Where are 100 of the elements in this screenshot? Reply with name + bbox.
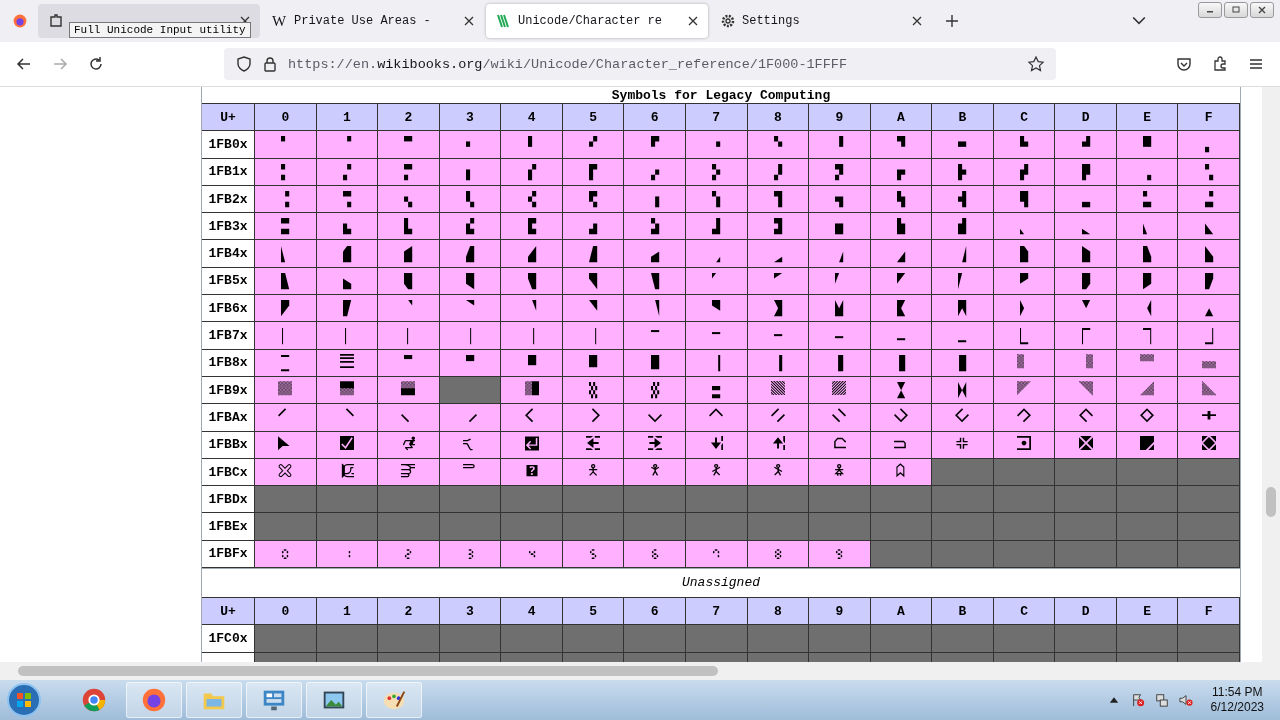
character-cell[interactable]: 🬝	[1055, 158, 1117, 186]
character-cell[interactable]: 🬅	[562, 131, 625, 159]
character-cell[interactable]: 🭗	[685, 267, 748, 296]
close-icon[interactable]	[688, 16, 698, 26]
control-panel-icon[interactable]	[246, 682, 302, 718]
character-cell[interactable]: 🬉	[809, 131, 871, 159]
paint-palette-icon[interactable]	[366, 682, 422, 718]
character-cell[interactable]: 🮗	[685, 376, 748, 405]
firefox-icon[interactable]	[126, 682, 182, 718]
character-cell[interactable]: 🯄	[501, 458, 563, 487]
character-cell[interactable]: 🬀	[255, 131, 317, 159]
character-cell[interactable]: 🯆	[624, 458, 686, 487]
character-cell[interactable]: 🭨	[747, 295, 810, 323]
character-cell[interactable]: 🬁	[316, 131, 379, 159]
character-cell[interactable]: 🬩	[809, 185, 871, 214]
horizontal-scrollbar[interactable]	[0, 662, 1280, 680]
character-cell[interactable]: 🮘	[747, 376, 810, 405]
browser-tab[interactable]: Unicode/Character re	[486, 4, 708, 38]
character-cell[interactable]: 🮋	[932, 349, 994, 377]
character-cell[interactable]: 🭏	[1178, 240, 1240, 268]
character-cell[interactable]: 🮫	[932, 404, 994, 432]
character-cell[interactable]: 🭊	[870, 240, 933, 268]
character-cell[interactable]: 🭎	[1116, 240, 1179, 268]
character-cell[interactable]: 🭑	[316, 267, 379, 296]
character-cell[interactable]: 🬧	[685, 185, 748, 214]
character-cell[interactable]: 🭷	[685, 322, 748, 350]
character-cell[interactable]: 🭾	[1116, 322, 1179, 350]
character-cell[interactable]: 🬠	[255, 185, 317, 214]
character-cell[interactable]: 🬺	[870, 213, 933, 241]
browser-tab[interactable]: W Private Use Areas -	[262, 4, 484, 38]
character-cell[interactable]: 🭉	[809, 240, 871, 268]
character-cell[interactable]: 🯶	[624, 540, 686, 569]
character-cell[interactable]: 🮇	[685, 349, 748, 377]
character-cell[interactable]: 🮑	[316, 376, 379, 405]
character-cell[interactable]: 🭘	[747, 267, 810, 296]
character-cell[interactable]: 🮽	[1055, 431, 1117, 459]
back-icon[interactable]	[16, 56, 32, 72]
character-cell[interactable]: 🬴	[501, 213, 563, 241]
character-cell[interactable]: 🮌	[993, 349, 1056, 377]
character-cell[interactable]: 🭚	[870, 267, 933, 296]
character-cell[interactable]: 🬒	[378, 158, 440, 186]
character-cell[interactable]: 🯰	[255, 540, 317, 569]
character-cell[interactable]: 🭱	[316, 322, 379, 350]
character-cell[interactable]: 🮤	[501, 404, 563, 432]
character-cell[interactable]: 🬍	[1055, 131, 1117, 159]
character-cell[interactable]: 🭢	[378, 295, 440, 323]
character-cell[interactable]: 🭦	[624, 295, 686, 323]
character-cell[interactable]: 🬙	[809, 158, 871, 186]
character-cell[interactable]: 🭍	[1055, 240, 1117, 268]
character-cell[interactable]: 🮕	[562, 376, 625, 405]
character-cell[interactable]: 🮔	[501, 376, 563, 405]
character-cell[interactable]: 🯴	[501, 540, 563, 569]
character-cell[interactable]: 🮷	[685, 431, 748, 459]
character-cell[interactable]: 🯷	[685, 540, 748, 569]
character-cell[interactable]: 🬛	[932, 158, 994, 186]
character-cell[interactable]: 🮴	[501, 431, 563, 459]
chevron-down-icon[interactable]	[1132, 16, 1146, 26]
character-cell[interactable]: 🬎	[1116, 131, 1179, 159]
character-cell[interactable]: 🭁	[316, 240, 379, 268]
character-cell[interactable]: 🬖	[624, 158, 686, 186]
character-cell[interactable]: 🭓	[439, 267, 502, 296]
character-cell[interactable]: 🮂	[378, 349, 440, 377]
character-cell[interactable]: 🭞	[1116, 267, 1179, 296]
character-cell[interactable]: 🭫	[932, 295, 994, 323]
character-cell[interactable]: 🭰	[255, 322, 317, 350]
character-cell[interactable]: 🮠	[255, 404, 317, 432]
character-cell[interactable]: 🬞	[1116, 158, 1179, 186]
character-cell[interactable]: 🬬	[993, 185, 1056, 214]
browser-tab[interactable]: Settings	[710, 4, 932, 38]
character-cell[interactable]: 🭙	[809, 267, 871, 296]
character-cell[interactable]: 🬚	[870, 158, 933, 186]
character-cell[interactable]: 🬐	[255, 158, 317, 186]
character-cell[interactable]: 🭠	[255, 295, 317, 323]
close-button[interactable]	[1250, 2, 1274, 18]
character-cell[interactable]: 🬦	[624, 185, 686, 214]
character-cell[interactable]: 🬻	[932, 213, 994, 241]
character-cell[interactable]: 🭺	[870, 322, 933, 350]
character-cell[interactable]: 🬂	[378, 131, 440, 159]
character-cell[interactable]: 🮵	[562, 431, 625, 459]
character-cell[interactable]: 🯅	[562, 458, 625, 487]
character-cell[interactable]: 🭴	[501, 322, 563, 350]
character-cell[interactable]: 🬮	[1116, 185, 1179, 214]
character-cell[interactable]: 🬭	[1055, 185, 1117, 214]
address-bar[interactable]: https://en.wikibooks.org/wiki/Unicode/Character_reference/1F000-1FFFF	[224, 48, 1056, 80]
character-cell[interactable]: 🬌	[993, 131, 1056, 159]
character-cell[interactable]: 🮹	[809, 431, 871, 459]
character-cell[interactable]: 🬲	[378, 213, 440, 241]
character-cell[interactable]: 🬆	[624, 131, 686, 159]
character-cell[interactable]: 🬊	[870, 131, 933, 159]
character-cell[interactable]: 🮈	[747, 349, 810, 377]
character-cell[interactable]: 🬃	[439, 131, 502, 159]
character-cell[interactable]: 🭻	[932, 322, 994, 350]
character-cell[interactable]: 🮺	[870, 431, 933, 459]
character-cell[interactable]: 🬵	[562, 213, 625, 241]
character-cell[interactable]: 🮮	[1116, 404, 1179, 432]
close-icon[interactable]	[912, 16, 922, 26]
character-cell[interactable]: 🭌	[993, 240, 1056, 268]
character-cell[interactable]: 🮥	[562, 404, 625, 432]
character-cell[interactable]: 🯲	[378, 540, 440, 569]
character-cell[interactable]: 🮜	[993, 376, 1056, 405]
